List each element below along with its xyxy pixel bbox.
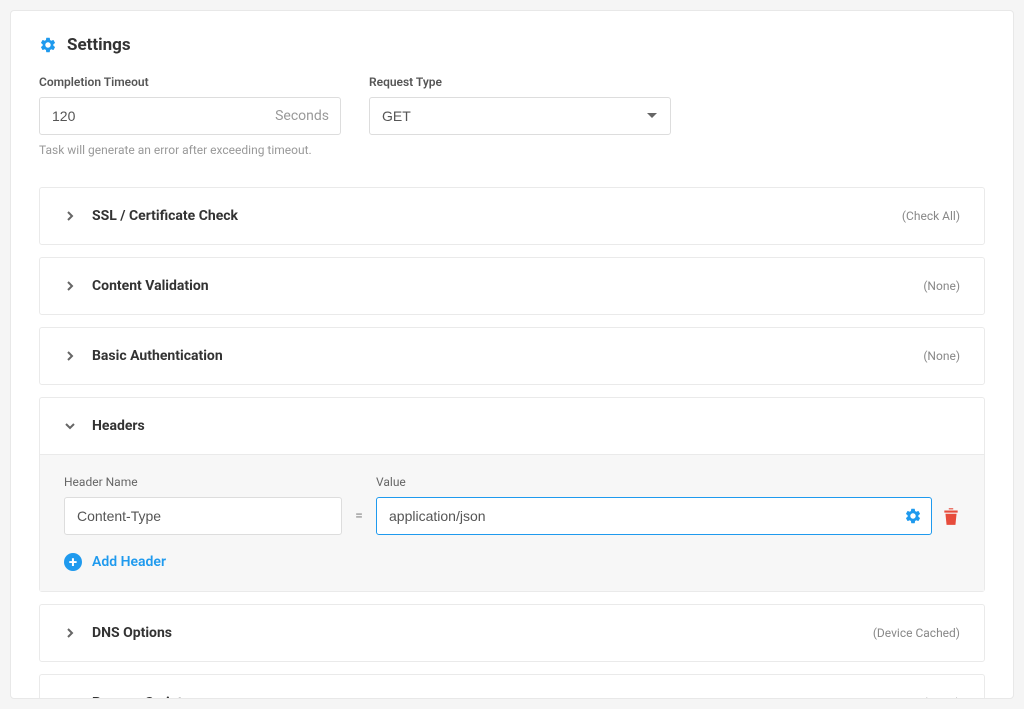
chevron-right-icon xyxy=(64,280,76,292)
add-header-button[interactable]: + Add Header xyxy=(64,553,960,571)
header-row-labels: Header Name Value xyxy=(64,475,960,489)
trash-icon[interactable] xyxy=(942,506,960,526)
request-type-select-wrap: GET xyxy=(369,97,671,135)
chevron-right-icon xyxy=(64,697,76,699)
timeout-label: Completion Timeout xyxy=(39,75,341,89)
header-value-input[interactable] xyxy=(376,497,932,535)
accordion-dns: DNS Options (Device Cached) xyxy=(39,604,985,662)
accordion-basic-auth-status: (None) xyxy=(923,349,960,363)
chevron-right-icon xyxy=(64,210,76,222)
plus-icon: + xyxy=(64,553,82,571)
equals-sign: = xyxy=(352,508,366,524)
timeout-group: Completion Timeout Seconds Task will gen… xyxy=(39,75,341,157)
accordion-headers-body: Header Name Value = xyxy=(40,454,984,591)
accordion-content-validation-header[interactable]: Content Validation (None) xyxy=(40,258,984,314)
accordion-ssl-status: (Check All) xyxy=(902,209,960,223)
timeout-input-wrap: Seconds xyxy=(39,97,341,135)
settings-panel: Settings Completion Timeout Seconds Task… xyxy=(10,10,1014,699)
request-type-label: Request Type xyxy=(369,75,671,89)
request-type-group: Request Type GET xyxy=(369,75,671,157)
accordion-ssl: SSL / Certificate Check (Check All) xyxy=(39,187,985,245)
accordion-prepare-script-header[interactable]: Prepare Script (None) xyxy=(40,675,984,699)
accordion-prepare-script: Prepare Script (None) xyxy=(39,674,985,699)
add-header-label: Add Header xyxy=(92,554,166,570)
accordion-basic-auth-header[interactable]: Basic Authentication (None) xyxy=(40,328,984,384)
accordion-headers-header[interactable]: Headers xyxy=(40,398,984,454)
accordion-headers: Headers Header Name Value = xyxy=(39,397,985,592)
header-row: = xyxy=(64,497,960,535)
gear-icon xyxy=(39,36,57,54)
chevron-right-icon xyxy=(64,350,76,362)
accordion-prepare-script-title: Prepare Script xyxy=(92,695,923,699)
request-type-select[interactable]: GET xyxy=(369,97,671,135)
timeout-help: Task will generate an error after exceed… xyxy=(39,143,341,157)
header-name-label: Header Name xyxy=(64,475,342,489)
form-row: Completion Timeout Seconds Task will gen… xyxy=(39,75,985,157)
accordion-headers-title: Headers xyxy=(92,418,960,434)
header-value-label: Value xyxy=(376,475,406,489)
accordion-dns-title: DNS Options xyxy=(92,625,873,641)
panel-header: Settings xyxy=(39,35,985,55)
accordion-content-validation-status: (None) xyxy=(923,279,960,293)
accordion-content-validation-title: Content Validation xyxy=(92,278,923,294)
chevron-down-icon xyxy=(64,420,76,432)
accordion-basic-auth-title: Basic Authentication xyxy=(92,348,923,364)
accordion-ssl-header[interactable]: SSL / Certificate Check (Check All) xyxy=(40,188,984,244)
spacer xyxy=(352,475,366,489)
accordion-prepare-script-status: (None) xyxy=(923,696,960,699)
accordion-content-validation: Content Validation (None) xyxy=(39,257,985,315)
header-name-input[interactable] xyxy=(64,497,342,535)
accordion-ssl-title: SSL / Certificate Check xyxy=(92,208,902,224)
gear-icon[interactable] xyxy=(904,507,922,525)
accordion-basic-auth: Basic Authentication (None) xyxy=(39,327,985,385)
page-title: Settings xyxy=(67,35,131,55)
header-value-wrap xyxy=(376,497,932,535)
timeout-input[interactable] xyxy=(39,97,341,135)
accordion-dns-status: (Device Cached) xyxy=(873,626,960,640)
chevron-right-icon xyxy=(64,627,76,639)
accordion-dns-header[interactable]: DNS Options (Device Cached) xyxy=(40,605,984,661)
